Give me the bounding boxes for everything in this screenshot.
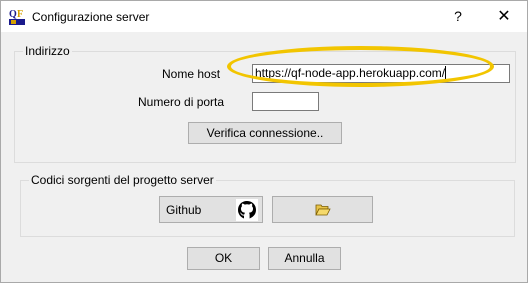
open-folder-icon — [315, 204, 331, 216]
port-label: Numero di porta — [138, 95, 225, 109]
verify-connection-button[interactable]: Verifica connessione.. — [188, 122, 342, 144]
open-folder-button[interactable] — [272, 196, 373, 223]
source-legend: Codici sorgenti del progetto server — [29, 173, 216, 187]
port-input[interactable] — [252, 92, 319, 111]
title-bar: Q F Configurazione server ? ✕ — [1, 1, 527, 32]
svg-text:Q: Q — [9, 9, 17, 20]
help-button[interactable]: ? — [435, 1, 481, 32]
cancel-button[interactable]: Annulla — [268, 247, 341, 270]
github-icon — [236, 199, 258, 221]
host-label: Nome host — [162, 67, 221, 81]
github-button-label: Github — [166, 203, 202, 217]
app-icon: Q F — [8, 8, 26, 26]
address-legend: Indirizzo — [23, 44, 72, 58]
svg-text:F: F — [17, 9, 23, 20]
github-button[interactable]: Github — [159, 196, 263, 223]
host-input[interactable]: https://qf-node-app.herokuapp.com/ — [252, 64, 510, 83]
window-title: Configurazione server — [32, 10, 150, 24]
host-input-value: https://qf-node-app.herokuapp.com/ — [255, 66, 446, 80]
ok-button[interactable]: OK — [187, 247, 260, 270]
close-button[interactable]: ✕ — [481, 1, 527, 32]
source-groupbox: Codici sorgenti del progetto server — [20, 173, 515, 237]
dialog-window: Q F Configurazione server ? ✕ Indirizzo … — [0, 0, 528, 283]
text-caret — [445, 66, 447, 79]
